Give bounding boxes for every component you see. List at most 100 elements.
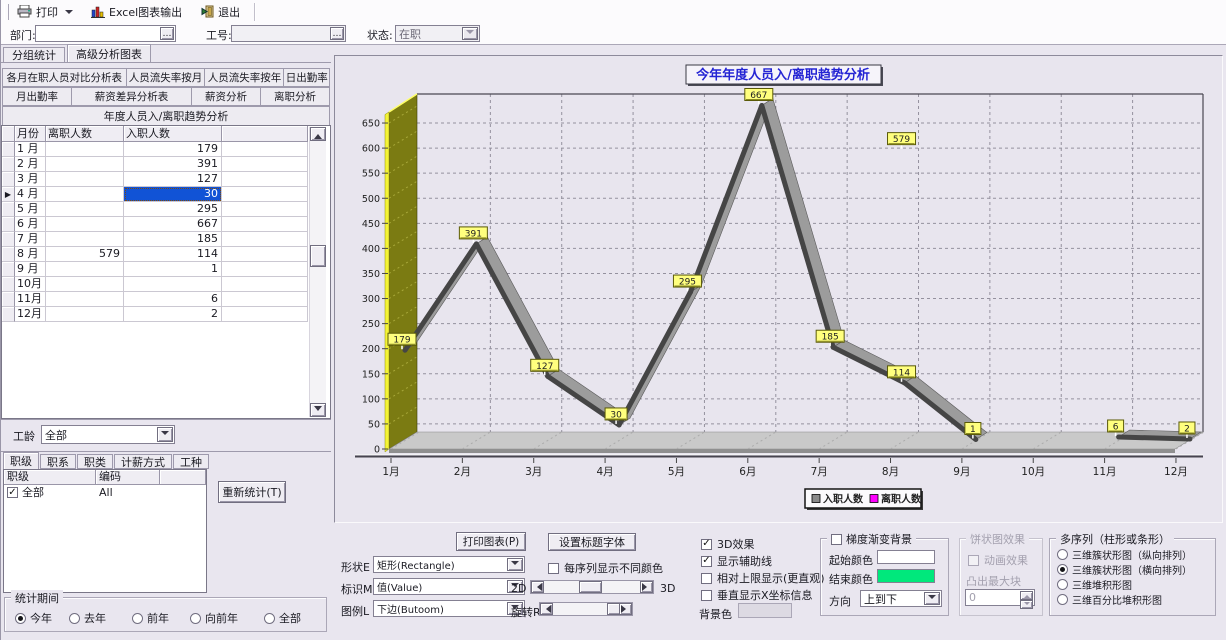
cell-leave[interactable] xyxy=(46,142,124,157)
cell-month[interactable]: 7 月 xyxy=(15,232,46,247)
cell-leave[interactable] xyxy=(46,187,124,202)
toolbar-grip[interactable] xyxy=(4,4,9,20)
cell-month[interactable]: 3 月 xyxy=(15,172,46,187)
cell-leave[interactable] xyxy=(46,277,124,292)
sub-tab-r1-2[interactable]: 人员流失率按年 xyxy=(205,68,284,87)
col-header-1[interactable]: 离职人数 xyxy=(46,126,124,142)
sub-tab-r2-3[interactable]: 离职分析 xyxy=(261,87,330,106)
row-selector[interactable] xyxy=(2,307,15,322)
slider-left-button[interactable] xyxy=(531,581,544,593)
toolbar-exit-button[interactable]: 退出 xyxy=(194,1,246,23)
cell-join[interactable]: 6 xyxy=(124,292,222,307)
period-radio-2[interactable]: 前年 xyxy=(132,610,169,626)
dept-input[interactable] xyxy=(35,25,176,42)
cell-month[interactable]: 4 月 xyxy=(15,187,46,202)
scroll-down-button[interactable] xyxy=(310,403,326,417)
period-radio-1[interactable]: 去年 xyxy=(69,610,106,626)
row-selector[interactable] xyxy=(2,157,15,172)
dept-ellipsis-button[interactable]: … xyxy=(160,27,174,40)
sub-tab-r2-2[interactable]: 薪资分析 xyxy=(192,87,261,106)
cell-leave[interactable] xyxy=(46,292,124,307)
multi-series-radio-3[interactable]: 三维百分比堆积形图 xyxy=(1057,592,1162,607)
rotate-slider[interactable] xyxy=(539,602,633,616)
cell-join[interactable]: 185 xyxy=(124,232,222,247)
multi-series-radio-1[interactable]: 三维簇状形图（横向排列） xyxy=(1057,562,1192,577)
col-header-0[interactable]: 月份 xyxy=(15,126,46,142)
main-tab-1[interactable]: 高级分析图表 xyxy=(67,44,151,63)
scroll-up-button[interactable] xyxy=(310,127,326,141)
cell-month[interactable]: 1 月 xyxy=(15,142,46,157)
period-radio-3[interactable]: 向前年 xyxy=(190,610,238,626)
row-selector[interactable] xyxy=(2,172,15,187)
category-col-header-1[interactable]: 编码 xyxy=(96,470,160,485)
category-tab-0[interactable]: 职级 xyxy=(3,452,39,469)
cell-leave[interactable] xyxy=(46,157,124,172)
row-selector[interactable] xyxy=(2,142,15,157)
category-row[interactable]: ✓全部All xyxy=(4,485,206,500)
row-selector[interactable] xyxy=(2,202,15,217)
age-dropdown-button[interactable] xyxy=(157,427,173,442)
main-tab-0[interactable]: 分组统计 xyxy=(3,47,65,63)
slider-thumb[interactable] xyxy=(579,581,602,593)
cell-leave[interactable] xyxy=(46,232,124,247)
cell-leave[interactable]: 579 xyxy=(46,247,124,262)
cell-month[interactable]: 6 月 xyxy=(15,217,46,232)
cell-join[interactable]: 114 xyxy=(124,247,222,262)
depth-slider[interactable] xyxy=(530,580,654,594)
row-selector[interactable]: ▶ xyxy=(2,187,15,202)
checkbox-icon[interactable] xyxy=(701,590,712,601)
cell-month[interactable]: 12月 xyxy=(15,307,46,322)
cell-leave[interactable] xyxy=(46,202,124,217)
slider-left-button[interactable] xyxy=(540,603,553,615)
row-selector[interactable] xyxy=(2,217,15,232)
multi-series-radio-0[interactable]: 三维簇状形图（纵向排列） xyxy=(1057,547,1192,562)
sub-tab-r2-1[interactable]: 薪资差异分析表 xyxy=(72,87,192,106)
age-combobox[interactable]: 全部 xyxy=(41,425,175,444)
cell-leave[interactable] xyxy=(46,172,124,187)
row-selector[interactable] xyxy=(2,232,15,247)
cell-month[interactable]: 11月 xyxy=(15,292,46,307)
cell-join[interactable]: 127 xyxy=(124,172,222,187)
direction-dropdown-button[interactable] xyxy=(924,592,940,605)
category-tab-3[interactable]: 计薪方式 xyxy=(114,454,172,469)
period-radio-4[interactable]: 全部 xyxy=(264,610,301,626)
cell-leave[interactable] xyxy=(46,217,124,232)
sub-tab-active[interactable]: 年度人员入/离职趋势分析 xyxy=(2,106,330,125)
emp-ellipsis-button[interactable]: … xyxy=(330,27,344,40)
print-dropdown-arrow-icon[interactable] xyxy=(65,10,73,18)
cell-month[interactable]: 5 月 xyxy=(15,202,46,217)
scroll-thumb[interactable] xyxy=(310,245,326,267)
gradient-checkbox[interactable] xyxy=(831,534,842,545)
status-dropdown-button[interactable] xyxy=(462,27,478,40)
chart-option-0[interactable]: ✓3D效果 xyxy=(701,536,754,552)
cell-month[interactable]: 8 月 xyxy=(15,247,46,262)
sub-tab-r1-0[interactable]: 各月在职人员对比分析表 xyxy=(2,68,127,87)
vertical-scrollbar[interactable] xyxy=(309,127,326,417)
row-selector[interactable] xyxy=(2,277,15,292)
toolbar-print-button[interactable]: 打印 xyxy=(11,1,79,23)
cell-join[interactable]: 295 xyxy=(124,202,222,217)
cell-join[interactable]: 391 xyxy=(124,157,222,172)
checkbox-icon[interactable]: ✓ xyxy=(701,539,712,550)
slider-right-button[interactable] xyxy=(640,581,653,593)
sub-tab-r1-3[interactable]: 日出勤率 xyxy=(284,68,330,87)
row-selector[interactable] xyxy=(2,262,15,277)
series-color-checkbox[interactable] xyxy=(548,563,559,574)
checkbox-icon[interactable]: ✓ xyxy=(701,556,712,567)
checkbox-icon[interactable] xyxy=(701,573,712,584)
cell-join[interactable]: 179 xyxy=(124,142,222,157)
direction-combobox[interactable]: 上到下 xyxy=(860,590,942,607)
chart-option-1[interactable]: ✓显示辅助线 xyxy=(701,553,772,569)
category-tab-2[interactable]: 职类 xyxy=(77,454,113,469)
shape-dropdown-button[interactable] xyxy=(507,558,523,571)
category-checkbox[interactable]: ✓ xyxy=(7,487,18,498)
cell-month[interactable]: 10月 xyxy=(15,277,46,292)
cell-join[interactable]: 667 xyxy=(124,217,222,232)
category-col-header-0[interactable]: 职级 xyxy=(4,470,96,485)
sub-tab-r1-1[interactable]: 人员流失率按月 xyxy=(127,68,206,87)
cell-join[interactable]: 1 xyxy=(124,262,222,277)
chart-option-3[interactable]: 垂直显示X坐标信息 xyxy=(701,587,813,603)
cell-join[interactable]: 30 xyxy=(124,187,222,202)
recalc-button[interactable]: 重新统计(T) xyxy=(218,481,286,503)
shape-combobox[interactable]: 矩形(Rectangle) xyxy=(373,556,525,573)
